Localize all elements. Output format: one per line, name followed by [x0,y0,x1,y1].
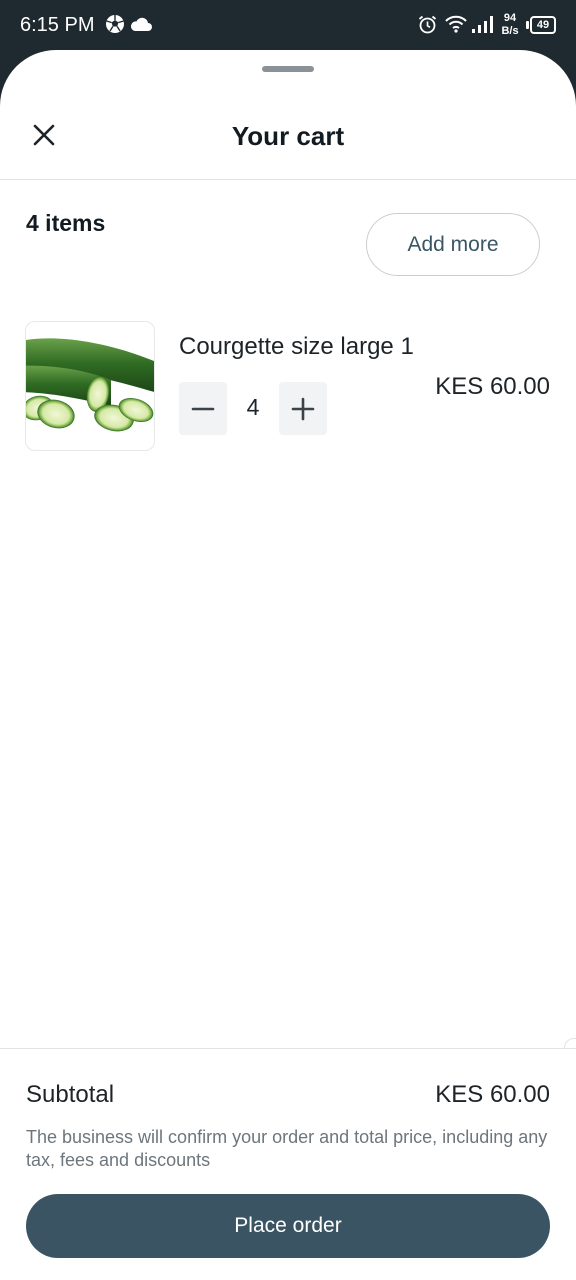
page-title: Your cart [231,121,345,151]
courgette-image [25,321,155,451]
status-bar: 6:15 PM 94 B/s 49 [0,0,576,50]
plus-icon [291,397,315,420]
battery-tip [526,21,529,29]
minus-icon [191,407,215,410]
item-name: Courgette size large 1 [179,333,414,360]
signal-icon [472,16,493,33]
increase-quantity-button[interactable] [279,382,327,435]
items-count: 4 items [26,210,106,236]
courgette-illustration [26,338,154,432]
decrease-quantity-button[interactable] [179,382,227,435]
alarm-icon [418,15,437,34]
battery-level: 49 [530,16,556,34]
subtotal-label: Subtotal [26,1081,115,1108]
cart-header: Your cart [0,102,576,180]
add-more-button[interactable]: Add more [366,213,540,276]
battery-icon: 49 [526,16,558,34]
cart-item: Courgette size large 1 4 KES 60.00 [0,320,576,452]
cloud-icon [130,17,152,31]
cart-footer: Subtotal KES 60.00 The business will con… [0,1048,576,1280]
order-note: The business will confirm your order and… [26,1127,548,1170]
network-speed: 94 B/s [497,12,523,38]
item-quantity: 4 [246,394,260,420]
soccer-ball-icon [106,15,124,33]
subtotal-value: KES 60.00 [435,1081,550,1108]
status-time: 6:15 PM [20,14,95,36]
wifi-icon [445,15,467,33]
cart-sheet: Your cart 4 items Add more Courgette siz… [0,50,576,1280]
item-price: KES 60.00 [435,373,550,400]
network-speed-value: 94 [503,12,517,24]
drag-handle[interactable] [262,66,314,72]
network-speed-unit: B/s [501,25,519,37]
place-order-button[interactable]: Place order [26,1194,550,1258]
